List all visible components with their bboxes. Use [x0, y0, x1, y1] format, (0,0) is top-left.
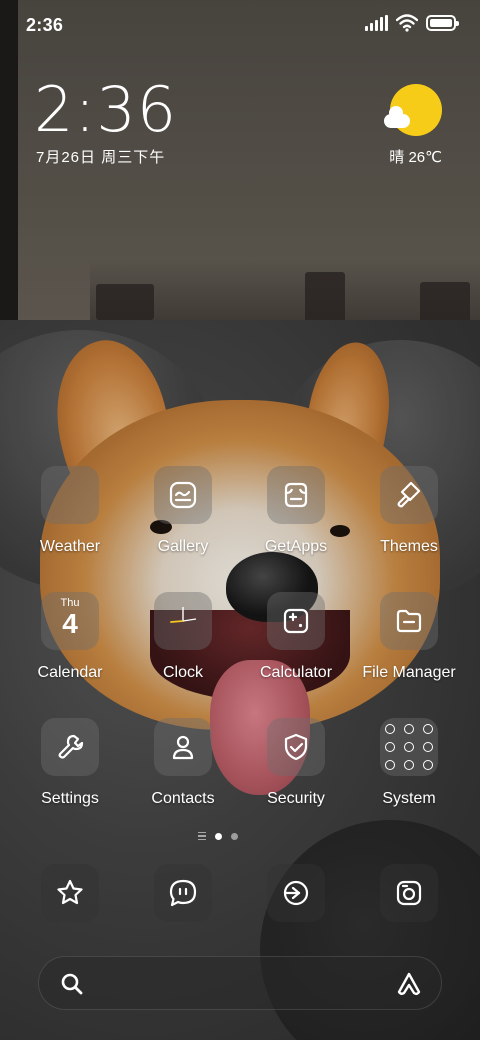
app-contacts[interactable]: Contacts — [127, 718, 239, 828]
system-folder-icon — [380, 718, 438, 776]
status-icons — [365, 14, 459, 32]
status-bar: 2:36 — [0, 0, 480, 50]
calculator-icon — [267, 592, 325, 650]
gallery-icon — [154, 466, 212, 524]
app-label: Contacts — [151, 790, 215, 807]
dock-app-star[interactable] — [41, 864, 99, 922]
app-label: Clock — [162, 664, 203, 681]
shield-check-icon — [267, 718, 325, 776]
search-icon[interactable] — [59, 971, 85, 997]
search-input[interactable] — [95, 969, 395, 999]
status-time: 2:36 — [26, 15, 64, 35]
wifi-icon — [396, 14, 418, 32]
folder-icon — [380, 592, 438, 650]
signal-icon — [365, 15, 388, 31]
assistant-icon[interactable] — [395, 970, 423, 998]
weather-widget-text: 晴 26℃ — [389, 149, 442, 166]
app-themes[interactable]: Themes — [353, 466, 465, 576]
wrench-icon — [41, 718, 99, 776]
app-system-folder[interactable]: System — [353, 718, 465, 828]
app-label: File Manager — [362, 664, 456, 681]
app-label: Security — [267, 790, 325, 807]
page-dot-active — [215, 832, 222, 840]
app-label: Weather — [39, 538, 101, 555]
app-label: Gallery — [157, 538, 209, 555]
app-label: Calculator — [259, 664, 333, 681]
person-icon — [154, 718, 212, 776]
calendar-date: 4 — [62, 608, 78, 639]
page-dot — [231, 832, 238, 840]
app-clock[interactable]: Clock — [127, 592, 239, 702]
folder-preview-grid — [385, 724, 433, 770]
browser-icon — [283, 880, 309, 906]
cloud-icon — [384, 106, 410, 128]
app-label: GetApps — [264, 538, 328, 555]
battery-level — [430, 19, 452, 27]
weather-widget[interactable]: 晴 26℃ — [350, 80, 450, 166]
app-getapps[interactable]: GetApps — [240, 466, 352, 576]
battery-icon — [426, 15, 459, 31]
weather-icon — [41, 466, 99, 524]
calendar-icon: Thu 4 — [41, 592, 99, 650]
app-gallery[interactable]: Gallery — [127, 466, 239, 576]
app-label: System — [382, 790, 436, 807]
getapps-icon — [267, 466, 325, 524]
camera-icon — [396, 880, 422, 906]
app-label: Calendar — [37, 664, 103, 681]
app-security[interactable]: Security — [240, 718, 352, 828]
app-drawer-lines-icon — [198, 831, 206, 841]
star-app-icon — [57, 879, 83, 905]
clock-widget-date[interactable]: 7月26日 周三下午 — [36, 146, 165, 167]
clock-icon — [154, 592, 212, 650]
clock-widget-time[interactable]: 2:36 — [34, 74, 177, 146]
app-settings[interactable]: Settings — [14, 718, 126, 828]
app-calculator[interactable]: Calculator — [240, 592, 352, 702]
page-indicator[interactable] — [198, 830, 238, 842]
dock-app-browser[interactable] — [267, 864, 325, 922]
dock-app-camera[interactable] — [380, 864, 438, 922]
message-icon — [169, 879, 197, 907]
app-label: Settings — [41, 790, 99, 807]
app-weather[interactable]: Weather — [14, 466, 126, 576]
app-file-manager[interactable]: File Manager — [353, 592, 465, 702]
app-calendar[interactable]: Thu 4 Calendar — [14, 592, 126, 702]
search-bar[interactable] — [38, 956, 442, 1010]
brush-icon — [380, 466, 438, 524]
app-label: Themes — [380, 538, 438, 555]
dock-app-messages[interactable] — [154, 864, 212, 922]
